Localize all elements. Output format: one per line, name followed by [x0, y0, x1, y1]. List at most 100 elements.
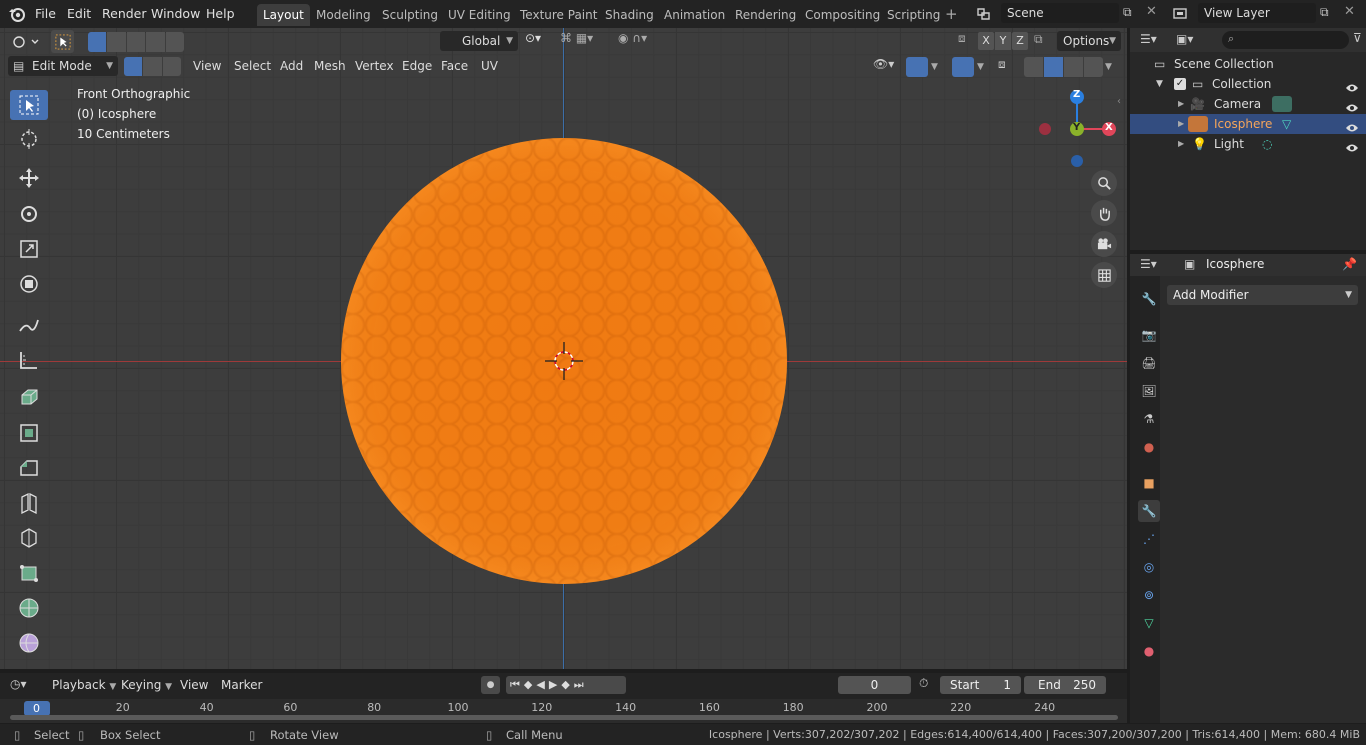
knife-tool[interactable]	[10, 523, 48, 553]
expand-arrow-icon[interactable]: ▼	[1156, 74, 1163, 94]
pivot-point-icon[interactable]: ⊙▾	[525, 31, 555, 51]
expand-arrow-icon[interactable]: ▶	[1178, 134, 1184, 154]
3d-cursor-icon[interactable]	[545, 342, 583, 380]
auto-merge-icon[interactable]: ⧉	[1034, 32, 1052, 50]
timeline-scrollbar[interactable]	[10, 715, 1118, 720]
outliner-item-camera[interactable]: ▶ 🎥 Camera	[1130, 94, 1366, 114]
menu-vertex[interactable]: Vertex	[349, 56, 400, 76]
view-layer-icon[interactable]	[1172, 6, 1190, 22]
tab-scripting[interactable]: Scripting	[881, 4, 946, 26]
jump-end-icon[interactable]: ⏭	[574, 678, 588, 691]
scene-properties-tab-icon[interactable]: ⚗	[1138, 408, 1160, 430]
next-keyframe-icon[interactable]: ◆	[561, 678, 573, 691]
menu-face[interactable]: Face	[435, 56, 474, 76]
mode-dropdown[interactable]: ▤ Edit Mode ▼	[8, 56, 118, 76]
menu-render[interactable]: Render	[102, 6, 147, 21]
camera-view-icon[interactable]	[1091, 231, 1117, 257]
tab-rendering[interactable]: Rendering	[729, 4, 802, 26]
menu-edge[interactable]: Edge	[396, 56, 438, 76]
mirror-x-toggle[interactable]: X	[978, 32, 994, 50]
jump-start-icon[interactable]: ⏮	[510, 678, 524, 691]
edge-select-icon[interactable]	[143, 57, 162, 76]
play-icon[interactable]: ▶	[549, 678, 561, 691]
outliner-search-input[interactable]: ⌕	[1222, 31, 1349, 49]
expand-arrow-icon[interactable]: ▶	[1178, 114, 1184, 134]
chevron-down-icon[interactable]: ▼	[977, 57, 989, 77]
mirror-icon[interactable]: ⧈	[958, 31, 976, 51]
3d-viewport[interactable]: Global ▼ ⊙▾ ⌘ ▦▾ ◉ ∩▾ ⧈ X Y Z ⧉ Options …	[0, 28, 1127, 669]
play-reverse-icon[interactable]: ◀	[536, 678, 548, 691]
bevel-tool[interactable]	[10, 453, 48, 483]
menu-uv[interactable]: UV	[475, 56, 504, 76]
menu-file[interactable]: File	[35, 6, 56, 21]
new-scene-icon[interactable]: ⧉	[1123, 5, 1132, 20]
solid-shading-icon[interactable]	[1044, 57, 1063, 77]
delete-view-layer-icon[interactable]: ✕	[1344, 4, 1355, 19]
menu-playback[interactable]: Playback ▼	[46, 675, 122, 695]
view-layer-properties-tab-icon[interactable]: 🖼	[1138, 380, 1160, 402]
prev-keyframe-icon[interactable]: ◆	[524, 678, 536, 691]
menu-keying[interactable]: Keying ▼	[115, 675, 178, 695]
tab-animation[interactable]: Animation	[658, 4, 731, 26]
inset-faces-tool[interactable]	[10, 418, 48, 448]
properties-editor-type-icon[interactable]: ☰▾	[1140, 257, 1157, 271]
transform-tool[interactable]	[10, 269, 48, 299]
measure-tool[interactable]	[10, 345, 48, 375]
timeline-editor-type-icon[interactable]: ◷▾	[10, 677, 27, 691]
outliner-editor-type-icon[interactable]: ☰▾	[1140, 32, 1157, 46]
start-frame-field[interactable]: Start 1	[940, 676, 1021, 694]
loop-cut-tool[interactable]	[10, 488, 48, 518]
scene-icon[interactable]	[975, 6, 993, 22]
wireframe-shading-icon[interactable]	[1024, 57, 1043, 77]
chevron-down-icon[interactable]: ▼	[1105, 57, 1117, 77]
add-workspace-icon[interactable]: +	[945, 5, 958, 23]
navigation-gizmo[interactable]: Z X Y	[1030, 86, 1120, 176]
display-mode-icon[interactable]: ▣▾	[1176, 32, 1193, 46]
menu-help[interactable]: Help	[206, 6, 235, 21]
constraints-properties-tab-icon[interactable]: ⊚	[1138, 584, 1160, 606]
selection-mode-buttons[interactable]	[88, 32, 185, 52]
output-properties-tab-icon[interactable]: 🖨	[1138, 352, 1160, 374]
intersect-selection-icon[interactable]	[165, 32, 185, 52]
select-mode-buttons[interactable]	[124, 57, 181, 76]
render-properties-tab-icon[interactable]: 📷	[1138, 324, 1160, 346]
eye-icon[interactable]	[1345, 139, 1359, 152]
menu-select[interactable]: Select	[228, 56, 277, 76]
current-frame-field[interactable]: 0	[838, 676, 911, 694]
tab-modeling[interactable]: Modeling	[310, 4, 377, 26]
subtract-selection-icon[interactable]	[126, 32, 146, 52]
editor-type-icon[interactable]	[10, 32, 40, 52]
delete-scene-icon[interactable]: ✕	[1146, 4, 1157, 19]
visibility-icon[interactable]: 👁▾	[873, 57, 903, 77]
playback-controls[interactable]: ⏮◆◀▶◆⏭	[506, 676, 626, 694]
object-properties-tab-icon[interactable]: ■	[1138, 472, 1160, 494]
chevron-down-icon[interactable]: ▼	[931, 57, 943, 77]
material-preview-icon[interactable]	[1064, 57, 1083, 77]
eye-icon[interactable]	[1345, 99, 1359, 112]
pin-icon[interactable]: 📌	[1342, 257, 1357, 271]
physics-properties-tab-icon[interactable]: ◎	[1138, 556, 1160, 578]
menu-edit[interactable]: Edit	[67, 6, 91, 21]
menu-view[interactable]: View	[187, 56, 227, 76]
set-selection-icon[interactable]	[88, 32, 107, 52]
select-box-tool[interactable]	[10, 90, 48, 120]
outliner-collection[interactable]: ▼ ✓ ▭ Collection	[1130, 74, 1366, 94]
world-properties-tab-icon[interactable]: ●	[1138, 436, 1160, 458]
rendered-shading-icon[interactable]	[1084, 57, 1103, 77]
stopwatch-icon[interactable]: ⏱	[919, 676, 928, 691]
tab-texture-paint[interactable]: Texture Paint	[514, 4, 603, 26]
filter-icon[interactable]: ⊽	[1353, 31, 1362, 45]
tab-sculpting[interactable]: Sculpting	[376, 4, 444, 26]
particles-properties-tab-icon[interactable]: ⋰	[1138, 528, 1160, 550]
scene-name-field[interactable]: Scene	[1001, 3, 1119, 23]
pan-hand-icon[interactable]	[1091, 200, 1117, 226]
tab-uv-editing[interactable]: UV Editing	[442, 4, 517, 26]
transform-orientation-dropdown[interactable]: Global ▼	[440, 31, 518, 51]
timeline-ruler[interactable]: 20 40 60 80 100 120 140 160 180 200 220 240	[0, 701, 1127, 715]
options-dropdown[interactable]: Options ▼	[1057, 31, 1121, 51]
spin-tool[interactable]	[10, 593, 48, 623]
extrude-region-tool[interactable]	[10, 383, 48, 413]
record-icon[interactable]: ●	[481, 676, 500, 694]
blender-logo-icon[interactable]	[8, 6, 26, 22]
annotate-tool[interactable]	[10, 310, 48, 340]
